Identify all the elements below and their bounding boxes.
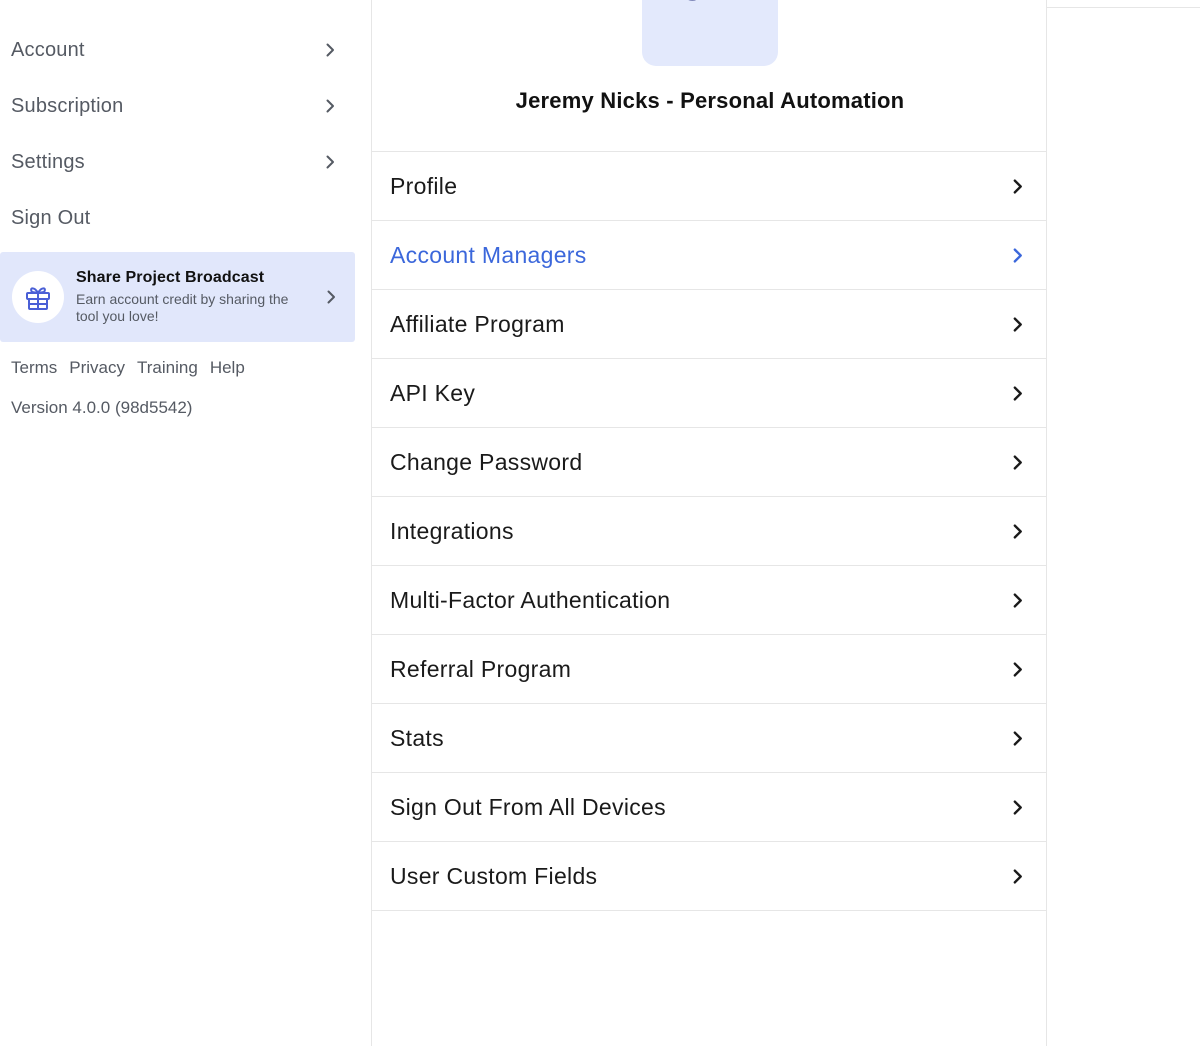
menu-item-account-managers[interactable]: Account Managers [372, 221, 1046, 290]
sidebar-item-label: Account [11, 38, 85, 61]
menu-item-api-key[interactable]: API Key [372, 359, 1046, 428]
chevron-right-icon [320, 152, 340, 172]
menu-item-multi-factor-authentication[interactable]: Multi-Factor Authentication [372, 566, 1046, 635]
gift-icon [12, 271, 64, 323]
chevron-right-icon [320, 96, 340, 116]
sidebar-item-label: Subscription [11, 94, 124, 117]
sidebar-item-account[interactable]: Account [0, 22, 352, 78]
sidebar-item-settings[interactable]: Settings [0, 134, 352, 190]
menu-item-label: User Custom Fields [390, 862, 598, 889]
chevron-right-icon [1007, 521, 1027, 541]
chevron-right-icon [1007, 590, 1027, 610]
chevron-right-icon [1007, 866, 1027, 886]
menu-item-profile[interactable]: Profile [372, 152, 1046, 221]
share-title: Share Project Broadcast [76, 269, 265, 286]
divider [1047, 7, 1200, 8]
menu-item-referral-program[interactable]: Referral Program [372, 635, 1046, 704]
menu-item-label: Sign Out From All Devices [390, 793, 666, 820]
privacy-link[interactable]: Privacy [69, 358, 125, 378]
menu-item-label: Change Password [390, 448, 583, 475]
share-card[interactable]: Share Project Broadcast Earn account cre… [0, 252, 355, 342]
chevron-right-icon [1007, 314, 1027, 334]
share-subtitle: Earn account credit by sharing the tool … [76, 291, 289, 324]
avatar-initials: JP [681, 0, 739, 8]
menu-item-sign-out-from-all-devices[interactable]: Sign Out From All Devices [372, 773, 1046, 842]
menu-item-label: API Key [390, 379, 476, 406]
account-menu-list: Profile Account Managers Affiliate Program… [372, 151, 1046, 911]
menu-item-user-custom-fields[interactable]: User Custom Fields [372, 842, 1046, 911]
sidebar-item-subscription[interactable]: Subscription [0, 78, 352, 134]
share-text: Share Project Broadcast Earn account cre… [76, 269, 321, 325]
menu-item-affiliate-program[interactable]: Affiliate Program [372, 290, 1046, 359]
terms-link[interactable]: Terms [11, 358, 57, 378]
sidebar-item-sign-out[interactable]: Sign Out [0, 190, 352, 246]
footer-links: Terms Privacy Training Help [11, 358, 245, 378]
menu-item-label: Account Managers [390, 241, 587, 268]
chevron-right-icon [321, 287, 341, 307]
chevron-right-icon [1007, 728, 1027, 748]
avatar: JP [642, 0, 778, 66]
chevron-right-icon [1007, 452, 1027, 472]
menu-item-integrations[interactable]: Integrations [372, 497, 1046, 566]
version-text: Version 4.0.0 (98d5542) [11, 398, 193, 417]
chevron-right-icon [1007, 176, 1027, 196]
page-title: Jeremy Nicks - Personal Automation [515, 88, 905, 113]
menu-item-label: Affiliate Program [390, 310, 565, 337]
chevron-right-icon [1007, 245, 1027, 265]
help-link[interactable]: Help [210, 358, 245, 378]
menu-item-change-password[interactable]: Change Password [372, 428, 1046, 497]
sidebar: Account Subscription Settings Sign Out S… [0, 0, 356, 1046]
account-panel: JP Jeremy Nicks - Personal Automation Pr… [371, 0, 1047, 1046]
settings-page: Account Subscription Settings Sign Out S… [0, 0, 1200, 1046]
chevron-right-icon [1007, 659, 1027, 679]
sidebar-item-label: Settings [11, 150, 85, 173]
menu-item-label: Profile [390, 172, 458, 199]
menu-item-label: Multi-Factor Authentication [390, 586, 671, 613]
menu-item-stats[interactable]: Stats [372, 704, 1046, 773]
chevron-right-icon [1007, 797, 1027, 817]
menu-item-label: Stats [390, 724, 444, 751]
chevron-right-icon [1007, 383, 1027, 403]
menu-item-label: Referral Program [390, 655, 572, 682]
menu-item-label: Integrations [390, 517, 514, 544]
chevron-right-icon [320, 40, 340, 60]
training-link[interactable]: Training [137, 358, 198, 378]
sidebar-item-label: Sign Out [11, 206, 91, 229]
